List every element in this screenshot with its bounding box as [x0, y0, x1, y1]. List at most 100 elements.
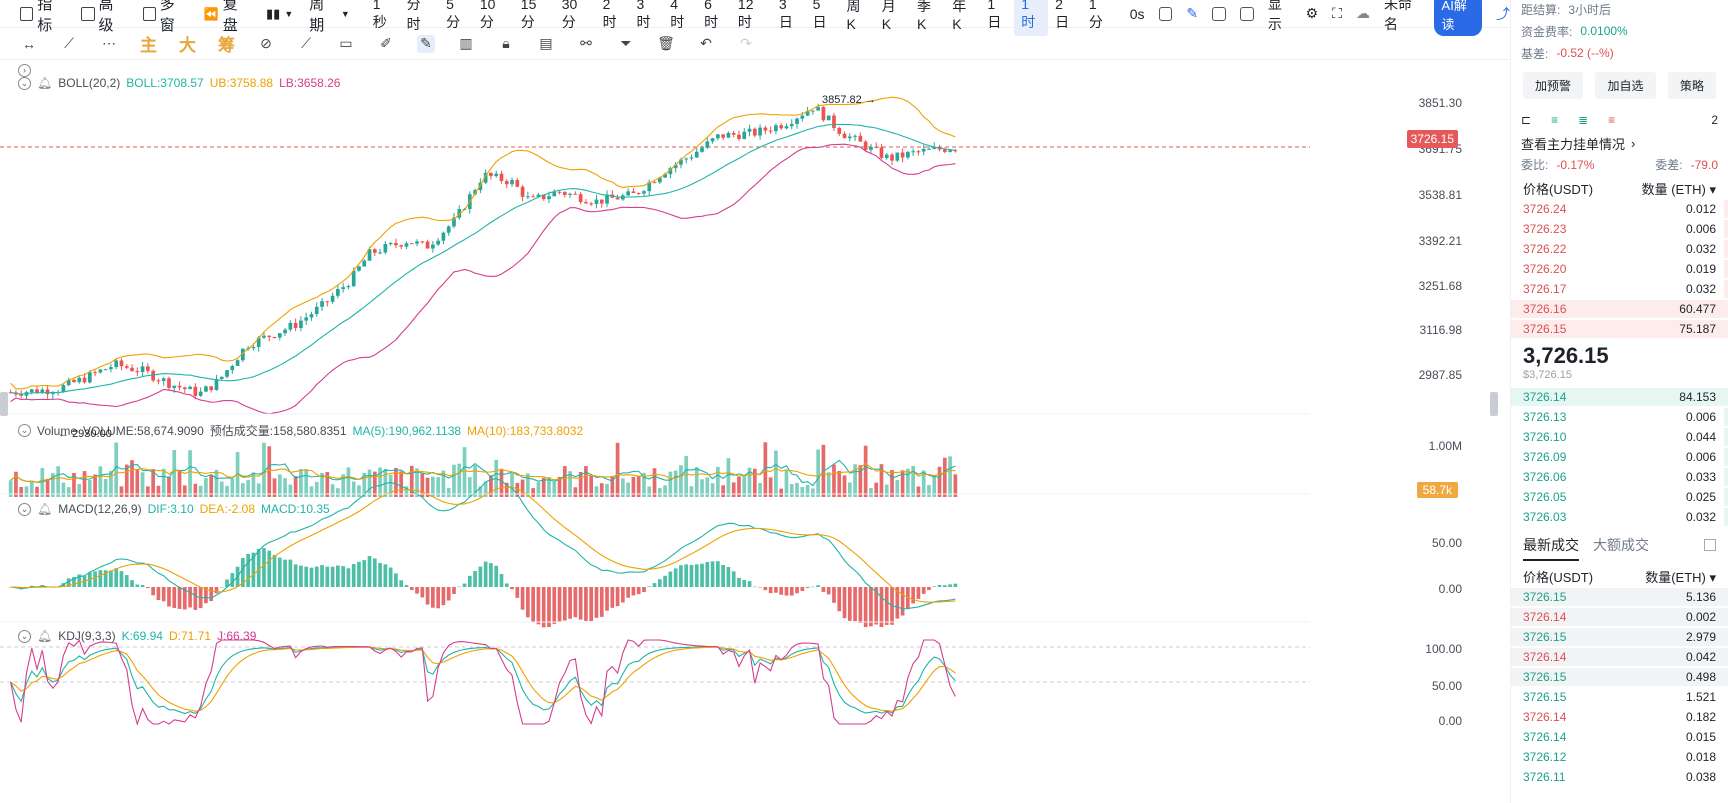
trade-row[interactable]: 3726.14 0.042 — [1511, 647, 1728, 667]
lock-tool-icon[interactable]: 🔒︎ — [497, 35, 515, 53]
row-price: 3726.17 — [1523, 282, 1567, 296]
trash-tool-icon[interactable]: 🗑︎ — [657, 35, 675, 53]
action-buttons: 加预警 加自选 策略 — [1511, 66, 1728, 105]
depth-link[interactable]: 查看主力挂单情况 › — [1511, 131, 1728, 155]
orderbook-row[interactable]: 3726.17 0.032 — [1511, 279, 1728, 299]
orderbook-row[interactable]: 3726.06 0.033 — [1511, 467, 1728, 487]
pencil-icon[interactable]: ✎ — [1186, 5, 1198, 22]
ob-qty-header[interactable]: 数量 (ETH) ▾ — [1642, 179, 1716, 198]
fullscreen-icon[interactable]: ⛶ — [1332, 5, 1342, 22]
volume-bar — [462, 447, 467, 497]
candle-body — [816, 107, 820, 111]
main-tool-button[interactable]: 主 — [140, 35, 157, 55]
ob-bids-icon[interactable]: ≡ — [1551, 113, 1558, 127]
share-icon[interactable]: ⤴ — [1496, 4, 1510, 24]
candle-body — [404, 243, 409, 247]
ob-list-icon[interactable]: ≡ — [1608, 113, 1615, 127]
bell-icon[interactable]: 🔔︎ — [37, 76, 52, 90]
trade-row[interactable]: 3726.14 0.182 — [1511, 707, 1728, 727]
trade-row[interactable]: 3726.15 5.136 — [1511, 587, 1728, 607]
trade-qty-header[interactable]: 数量(ETH) ▾ — [1645, 567, 1716, 586]
orderbook-row[interactable]: 3726.09 0.006 — [1511, 447, 1728, 467]
kdj-k-line — [10, 646, 956, 715]
orderbook-row[interactable]: 3726.24 0.012 — [1511, 199, 1728, 219]
macd-bar — [309, 567, 314, 587]
ob-asks-icon[interactable]: ≣ — [1578, 113, 1588, 127]
camera-icon[interactable] — [1158, 6, 1173, 21]
cloud-icon[interactable]: ☁ — [1356, 5, 1370, 22]
volume-bar — [668, 471, 673, 497]
redo-icon[interactable]: ↷ — [737, 35, 755, 53]
trade-row[interactable]: 3726.12 0.018 — [1511, 747, 1728, 767]
tab-latest-trades[interactable]: 最新成交 — [1523, 535, 1579, 561]
depth-link-text[interactable]: 查看主力挂单情况 — [1521, 134, 1625, 153]
row-price: 3726.06 — [1523, 470, 1567, 484]
row-qty: 0.006 — [1685, 450, 1716, 464]
orderbook-row[interactable]: 3726.22 0.032 — [1511, 239, 1728, 259]
orderbook-row[interactable]: 3726.10 0.044 — [1511, 427, 1728, 447]
orderbook-row[interactable]: 3726.05 0.025 — [1511, 487, 1728, 507]
add-alert-button[interactable]: 加预警 — [1523, 72, 1584, 99]
add-watchlist-button[interactable]: 加自选 — [1595, 72, 1656, 99]
layout-icon[interactable] — [1212, 6, 1226, 21]
horizontal-line-tool-icon[interactable]: ↔ — [20, 35, 38, 53]
template-icon[interactable] — [1240, 6, 1254, 21]
brush-tool-icon[interactable]: ✐ — [377, 35, 395, 53]
trade-row[interactable]: 3726.15 0.498 — [1511, 667, 1728, 687]
macd-bar — [863, 587, 868, 628]
orderbook-row[interactable]: 3726.14 84.153 — [1511, 387, 1728, 407]
link-tool-icon[interactable]: ⚯ — [577, 35, 595, 53]
chart-type-button[interactable]: ▮▮ ▼ — [266, 6, 293, 22]
candle-body — [784, 126, 789, 129]
candle-body — [336, 289, 340, 296]
trade-row[interactable]: 3726.15 1.521 — [1511, 687, 1728, 707]
trend-line-tool-icon[interactable]: ⟋ — [60, 35, 78, 53]
chip-tool-button[interactable]: 筹 — [218, 35, 235, 55]
trade-row[interactable]: 3726.14 0.015 — [1511, 727, 1728, 747]
collapse-icon[interactable]: ⌄ — [18, 424, 31, 437]
magnet-tool-icon[interactable]: ⊘ — [257, 35, 275, 53]
orderbook-row[interactable]: 3726.16 60.477 — [1511, 299, 1728, 319]
collapse-icon[interactable]: ⌄ — [18, 629, 31, 643]
filter-tool-icon[interactable]: ⏷ — [617, 35, 635, 53]
volume-bar — [826, 472, 831, 497]
bell-icon[interactable]: 🔔︎ — [37, 629, 52, 643]
trade-row[interactable]: 3726.15 2.979 — [1511, 627, 1728, 647]
candle-body — [177, 385, 182, 388]
macd-dea: DEA:-2.08 — [199, 502, 255, 516]
pen-tool-icon[interactable]: ✎ — [417, 34, 435, 53]
volume-bar — [219, 481, 224, 497]
large-tool-button[interactable]: 大 — [179, 35, 196, 55]
settings-icon[interactable]: ⚙ — [1306, 5, 1319, 22]
scroll-left-handle[interactable] — [0, 392, 8, 416]
orderbook-row[interactable]: 3726.03 0.032 — [1511, 507, 1728, 527]
strategy-button[interactable]: 策略 — [1667, 72, 1716, 99]
orderbook-row[interactable]: 3726.20 0.019 — [1511, 259, 1728, 279]
collapse-icon[interactable]: ⌄ — [18, 502, 31, 516]
more-tools-icon[interactable]: ⋯ — [100, 35, 118, 53]
tab-large-trades[interactable]: 大额成交 — [1593, 535, 1649, 561]
orderbook-row[interactable]: 3726.23 0.006 — [1511, 219, 1728, 239]
macd-bar — [795, 587, 799, 594]
note-tool-icon[interactable]: ▤ — [537, 35, 555, 53]
trade-row[interactable]: 3726.14 0.002 — [1511, 607, 1728, 627]
candle-body — [853, 135, 857, 137]
scroll-right-handle[interactable] — [1490, 392, 1498, 416]
rect-tool-icon[interactable]: ▭ — [337, 35, 355, 53]
ob-both-icon[interactable]: ⊏ — [1521, 113, 1531, 127]
orderbook-row[interactable]: 3726.13 0.006 — [1511, 407, 1728, 427]
measure-tool-icon[interactable]: ⟋ — [297, 35, 315, 53]
macd-bar — [547, 587, 551, 628]
candle-body — [531, 196, 535, 198]
bell-icon[interactable]: 🔔︎ — [37, 502, 52, 516]
candle-tool-icon[interactable]: ▥ — [457, 35, 475, 53]
undo-icon[interactable]: ↶ — [697, 35, 715, 53]
chart-area[interactable]: › ⌄ 🔔︎ BOLL(20,2) BOLL:3708.57 UB:3758.8… — [0, 62, 1500, 803]
precision-value[interactable]: 2 — [1711, 113, 1718, 127]
row-price: 3726.16 — [1523, 302, 1567, 316]
checkbox[interactable] — [1704, 539, 1716, 551]
orderbook-row[interactable]: 3726.15 75.187 — [1511, 319, 1728, 339]
collapse-icon[interactable]: ⌄ — [18, 76, 31, 90]
volume-bar — [789, 484, 794, 497]
trade-row[interactable]: 3726.11 0.038 — [1511, 767, 1728, 787]
